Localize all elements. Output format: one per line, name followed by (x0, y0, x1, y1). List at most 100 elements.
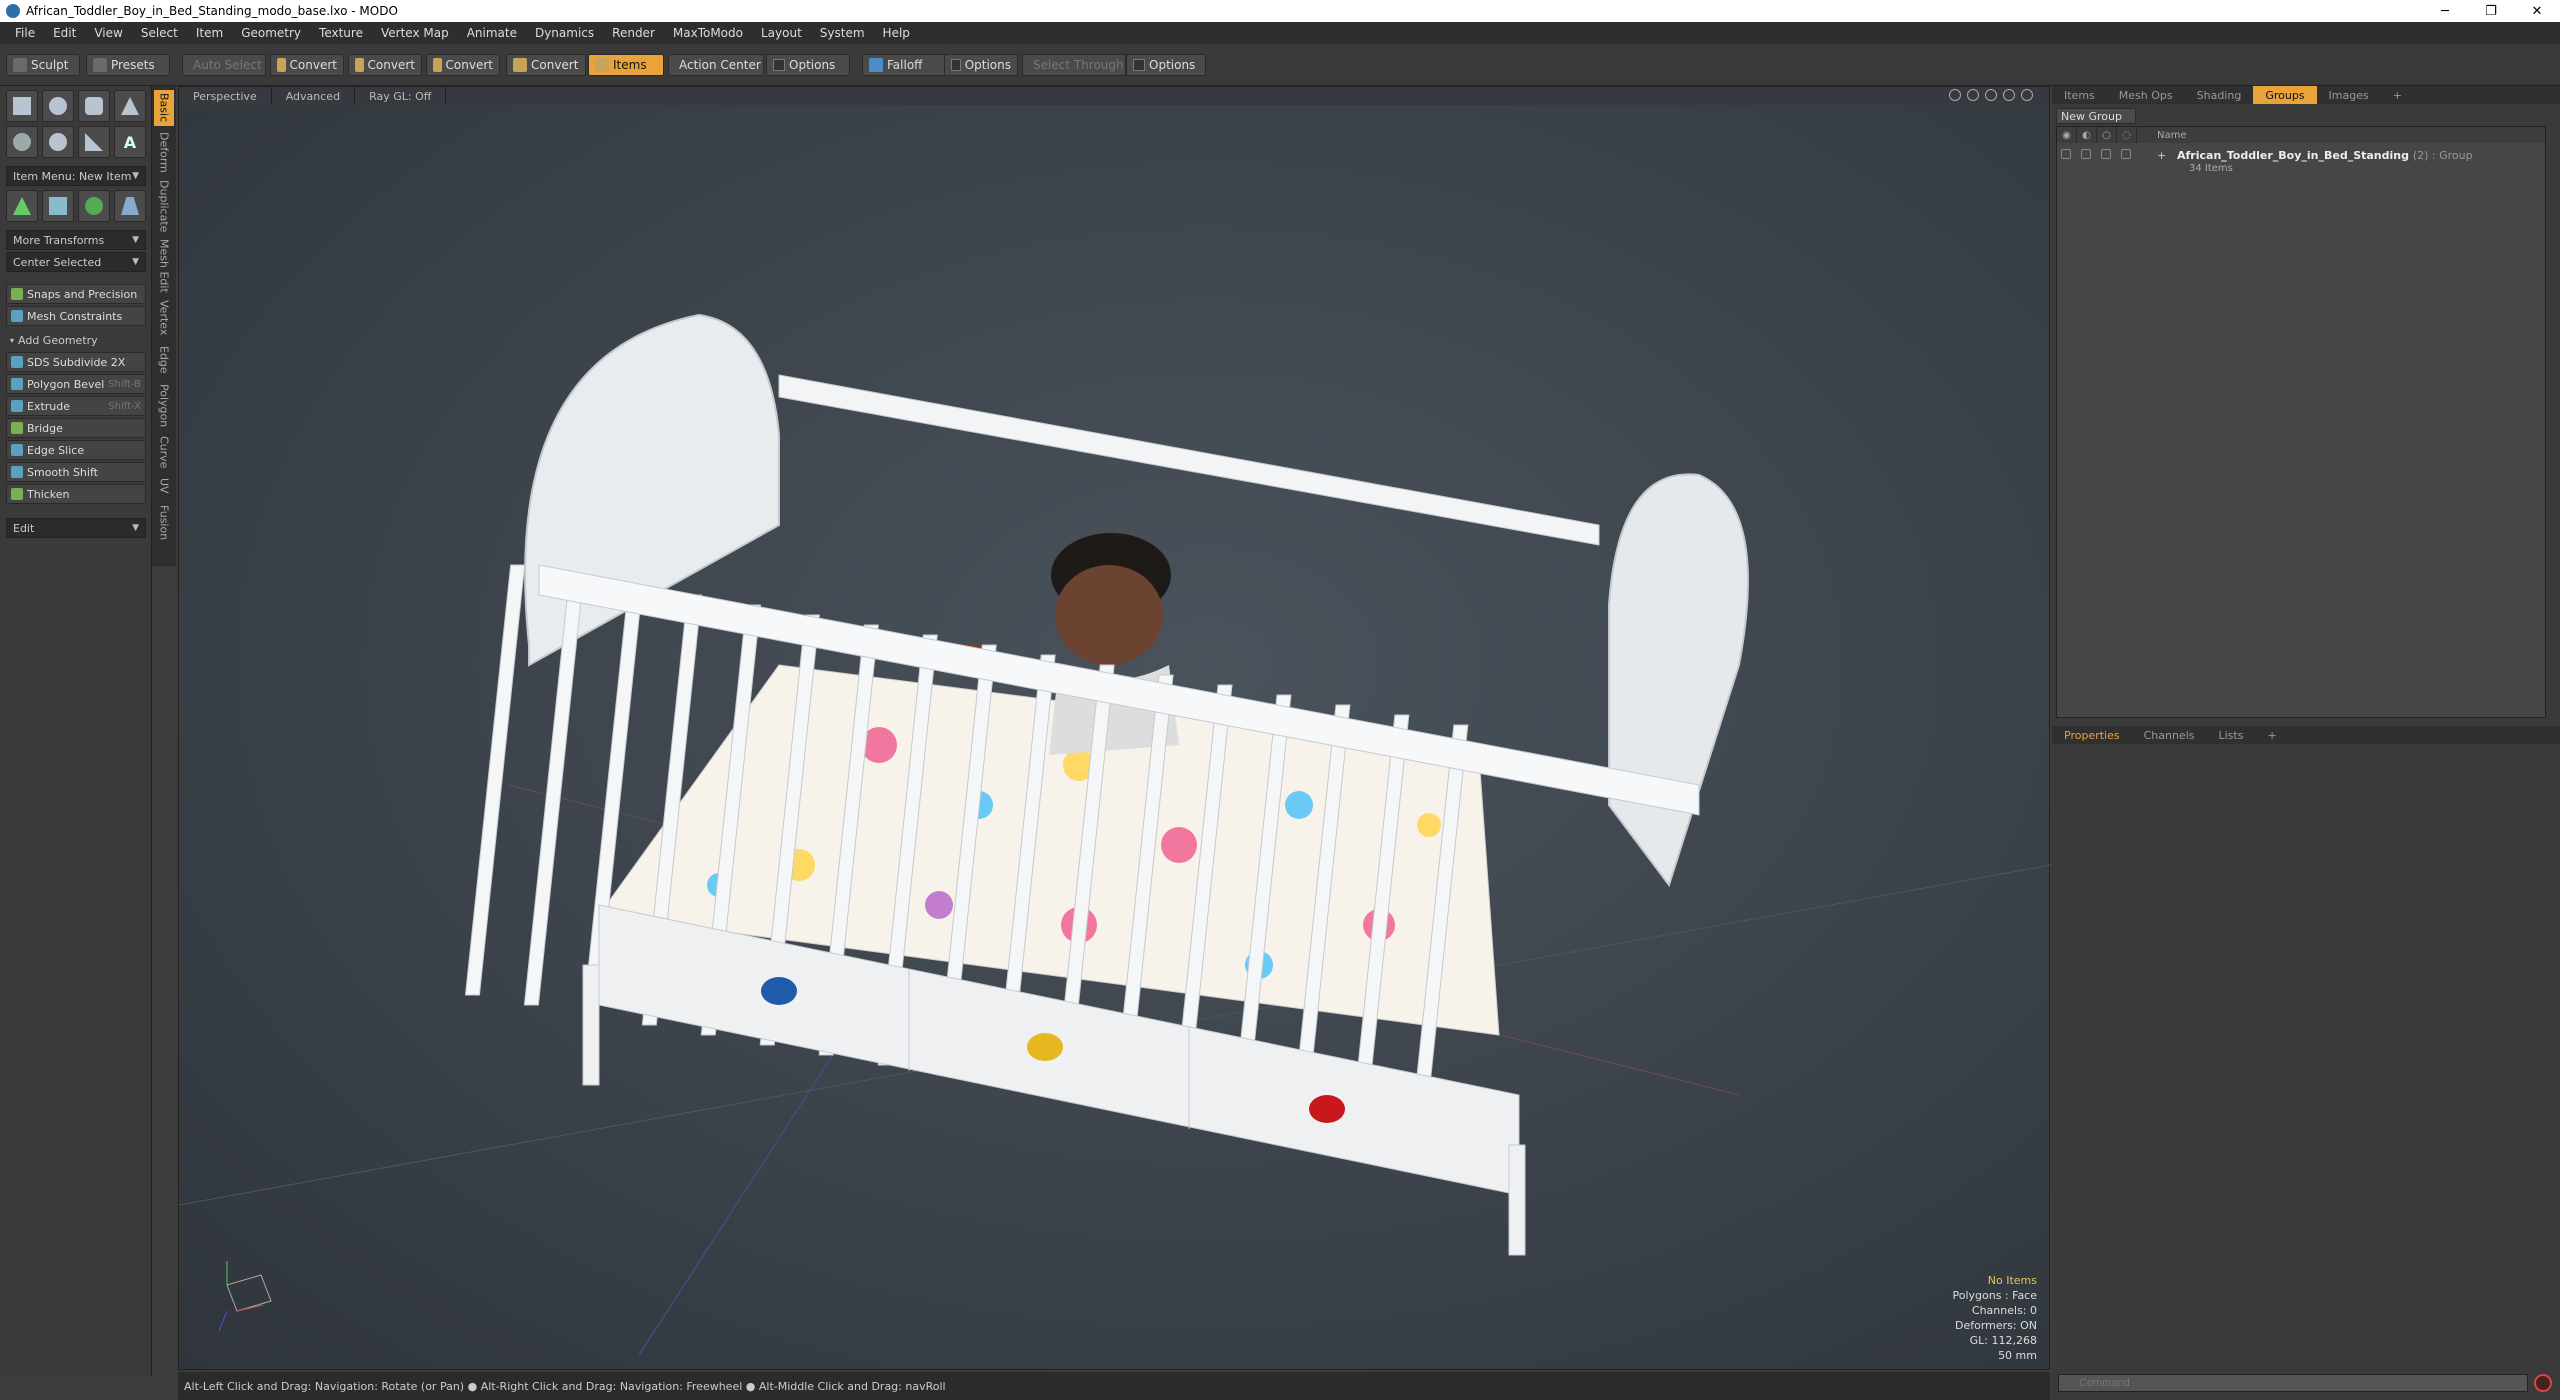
options-button-1[interactable]: Options (766, 54, 850, 76)
bridge-button[interactable]: Bridge (6, 418, 146, 438)
tab-basic[interactable]: Basic (154, 90, 174, 126)
falloff-button[interactable]: Falloff (862, 54, 948, 76)
menu-edit[interactable]: Edit (44, 26, 85, 40)
visibility-col-icon[interactable]: ◉ (2057, 127, 2077, 143)
3d-viewport[interactable]: Perspective Advanced Ray GL: Off No Item… (178, 86, 2051, 1370)
viewport-advanced-tab[interactable]: Advanced (272, 87, 356, 105)
minimize-button[interactable]: ─ (2422, 0, 2468, 22)
convert-button-2[interactable]: Convert (348, 54, 422, 76)
new-group-button[interactable]: New Group (2056, 108, 2136, 124)
polygon-bevel-button[interactable]: Polygon Bevel Shift-B (6, 374, 146, 394)
item-menu-dropdown[interactable]: Item Menu: New Item ▼ (6, 166, 146, 186)
menu-item[interactable]: Item (187, 26, 232, 40)
command-run-icon[interactable] (2534, 1374, 2552, 1392)
select-through-button[interactable]: Select Through (1022, 54, 1126, 76)
rotate-tool[interactable] (78, 190, 110, 222)
action-center-button[interactable]: Action Center (668, 54, 764, 76)
center-selected-dropdown[interactable]: Center Selected ▼ (6, 252, 146, 272)
scale-tool[interactable] (114, 190, 146, 222)
select-col-icon[interactable]: ◌ (2117, 127, 2137, 143)
tab-images[interactable]: Images (2317, 86, 2381, 104)
menu-render[interactable]: Render (603, 26, 664, 40)
tab-properties[interactable]: Properties (2052, 726, 2132, 744)
extrude-button[interactable]: Extrude Shift-X (6, 396, 146, 416)
convert-button-4[interactable]: Convert (506, 54, 586, 76)
convert-button-1[interactable]: Convert (270, 54, 344, 76)
select-toggle-icon[interactable] (2121, 149, 2131, 159)
cube-tool[interactable] (6, 90, 38, 122)
add-geometry-header[interactable]: ▾ Add Geometry (6, 330, 146, 350)
menu-dynamics[interactable]: Dynamics (526, 26, 603, 40)
menu-file[interactable]: File (6, 26, 44, 40)
tab-mesh-ops[interactable]: Mesh Ops (2107, 86, 2185, 104)
edge-slice-button[interactable]: Edge Slice (6, 440, 146, 460)
tab-curve[interactable]: Curve (154, 434, 174, 470)
fit-icon[interactable] (2003, 89, 2015, 101)
pan-icon[interactable] (1949, 89, 1961, 101)
options-button-2[interactable]: Options (944, 54, 1018, 76)
menu-vertex-map[interactable]: Vertex Map (372, 26, 458, 40)
add-bottom-tab-button[interactable]: + (2255, 726, 2288, 744)
convert-button-3[interactable]: Convert (426, 54, 500, 76)
maximize-button[interactable]: ❐ (2468, 0, 2514, 22)
tab-mesh-edit[interactable]: Mesh Edit (154, 238, 174, 294)
menu-system[interactable]: System (811, 26, 874, 40)
sphere-tool[interactable] (42, 90, 74, 122)
more-transforms-dropdown[interactable]: More Transforms ▼ (6, 230, 146, 250)
render-col-icon[interactable]: ◐ (2077, 127, 2097, 143)
lock-col-icon[interactable]: ○ (2097, 127, 2117, 143)
torus-tool[interactable] (6, 126, 38, 158)
thicken-button[interactable]: Thicken (6, 484, 146, 504)
cone-tool[interactable] (114, 90, 146, 122)
render-toggle-icon[interactable] (2081, 149, 2091, 159)
tab-duplicate[interactable]: Duplicate (154, 178, 174, 234)
presets-button[interactable]: Presets (86, 54, 170, 76)
tab-channels[interactable]: Channels (2132, 726, 2207, 744)
orbit-icon[interactable] (1967, 89, 1979, 101)
sculpt-button[interactable]: Sculpt (6, 54, 80, 76)
grid-tool[interactable] (42, 190, 74, 222)
menu-texture[interactable]: Texture (310, 26, 372, 40)
options-button-3[interactable]: Options (1126, 54, 1206, 76)
tab-deform[interactable]: Deform (154, 130, 174, 174)
lock-toggle-icon[interactable] (2101, 149, 2111, 159)
tab-lists[interactable]: Lists (2207, 726, 2256, 744)
items-mode-button[interactable]: Items (588, 54, 664, 76)
gear-icon[interactable] (2021, 89, 2033, 101)
viewport-perspective-tab[interactable]: Perspective (179, 87, 272, 105)
menu-select[interactable]: Select (132, 26, 187, 40)
menu-view[interactable]: View (85, 26, 131, 40)
cylinder-tool[interactable] (78, 90, 110, 122)
snaps-precision-button[interactable]: Snaps and Precision (6, 284, 146, 304)
tab-polygon[interactable]: Polygon (154, 382, 174, 430)
viewport-raygl-tab[interactable]: Ray GL: Off (355, 87, 447, 105)
transform-tool[interactable] (6, 190, 38, 222)
tab-fusion[interactable]: Fusion (154, 502, 174, 544)
sds-subdivide-button[interactable]: SDS Subdivide 2X (6, 352, 146, 372)
capsule-tool[interactable] (42, 126, 74, 158)
menu-layout[interactable]: Layout (752, 26, 811, 40)
expand-icon[interactable]: + (2157, 149, 2166, 162)
add-tab-button[interactable]: + (2381, 86, 2414, 104)
menu-help[interactable]: Help (874, 26, 919, 40)
tab-edge[interactable]: Edge (154, 342, 174, 378)
command-input[interactable] (2058, 1374, 2528, 1392)
tab-uv[interactable]: UV (154, 474, 174, 498)
close-button[interactable]: ✕ (2514, 0, 2560, 22)
tab-items[interactable]: Items (2052, 86, 2107, 104)
tab-vertex[interactable]: Vertex (154, 298, 174, 338)
menu-animate[interactable]: Animate (458, 26, 526, 40)
menu-maxtomodo[interactable]: MaxToModo (664, 26, 752, 40)
group-row[interactable]: + African_Toddler_Boy_in_Bed_Standing (2… (2057, 147, 2545, 179)
mesh-constraints-button[interactable]: Mesh Constraints (6, 306, 146, 326)
edit-dropdown[interactable]: Edit ▼ (6, 518, 146, 538)
wedge-tool[interactable] (78, 126, 110, 158)
tab-groups[interactable]: Groups (2253, 86, 2317, 104)
menu-geometry[interactable]: Geometry (232, 26, 310, 40)
smooth-shift-button[interactable]: Smooth Shift (6, 462, 146, 482)
eye-icon[interactable] (2061, 149, 2071, 159)
text-tool[interactable]: A (114, 126, 146, 158)
zoom-icon[interactable] (1985, 89, 1997, 101)
tab-shading[interactable]: Shading (2185, 86, 2254, 104)
auto-select-button[interactable]: Auto Select (182, 54, 266, 76)
